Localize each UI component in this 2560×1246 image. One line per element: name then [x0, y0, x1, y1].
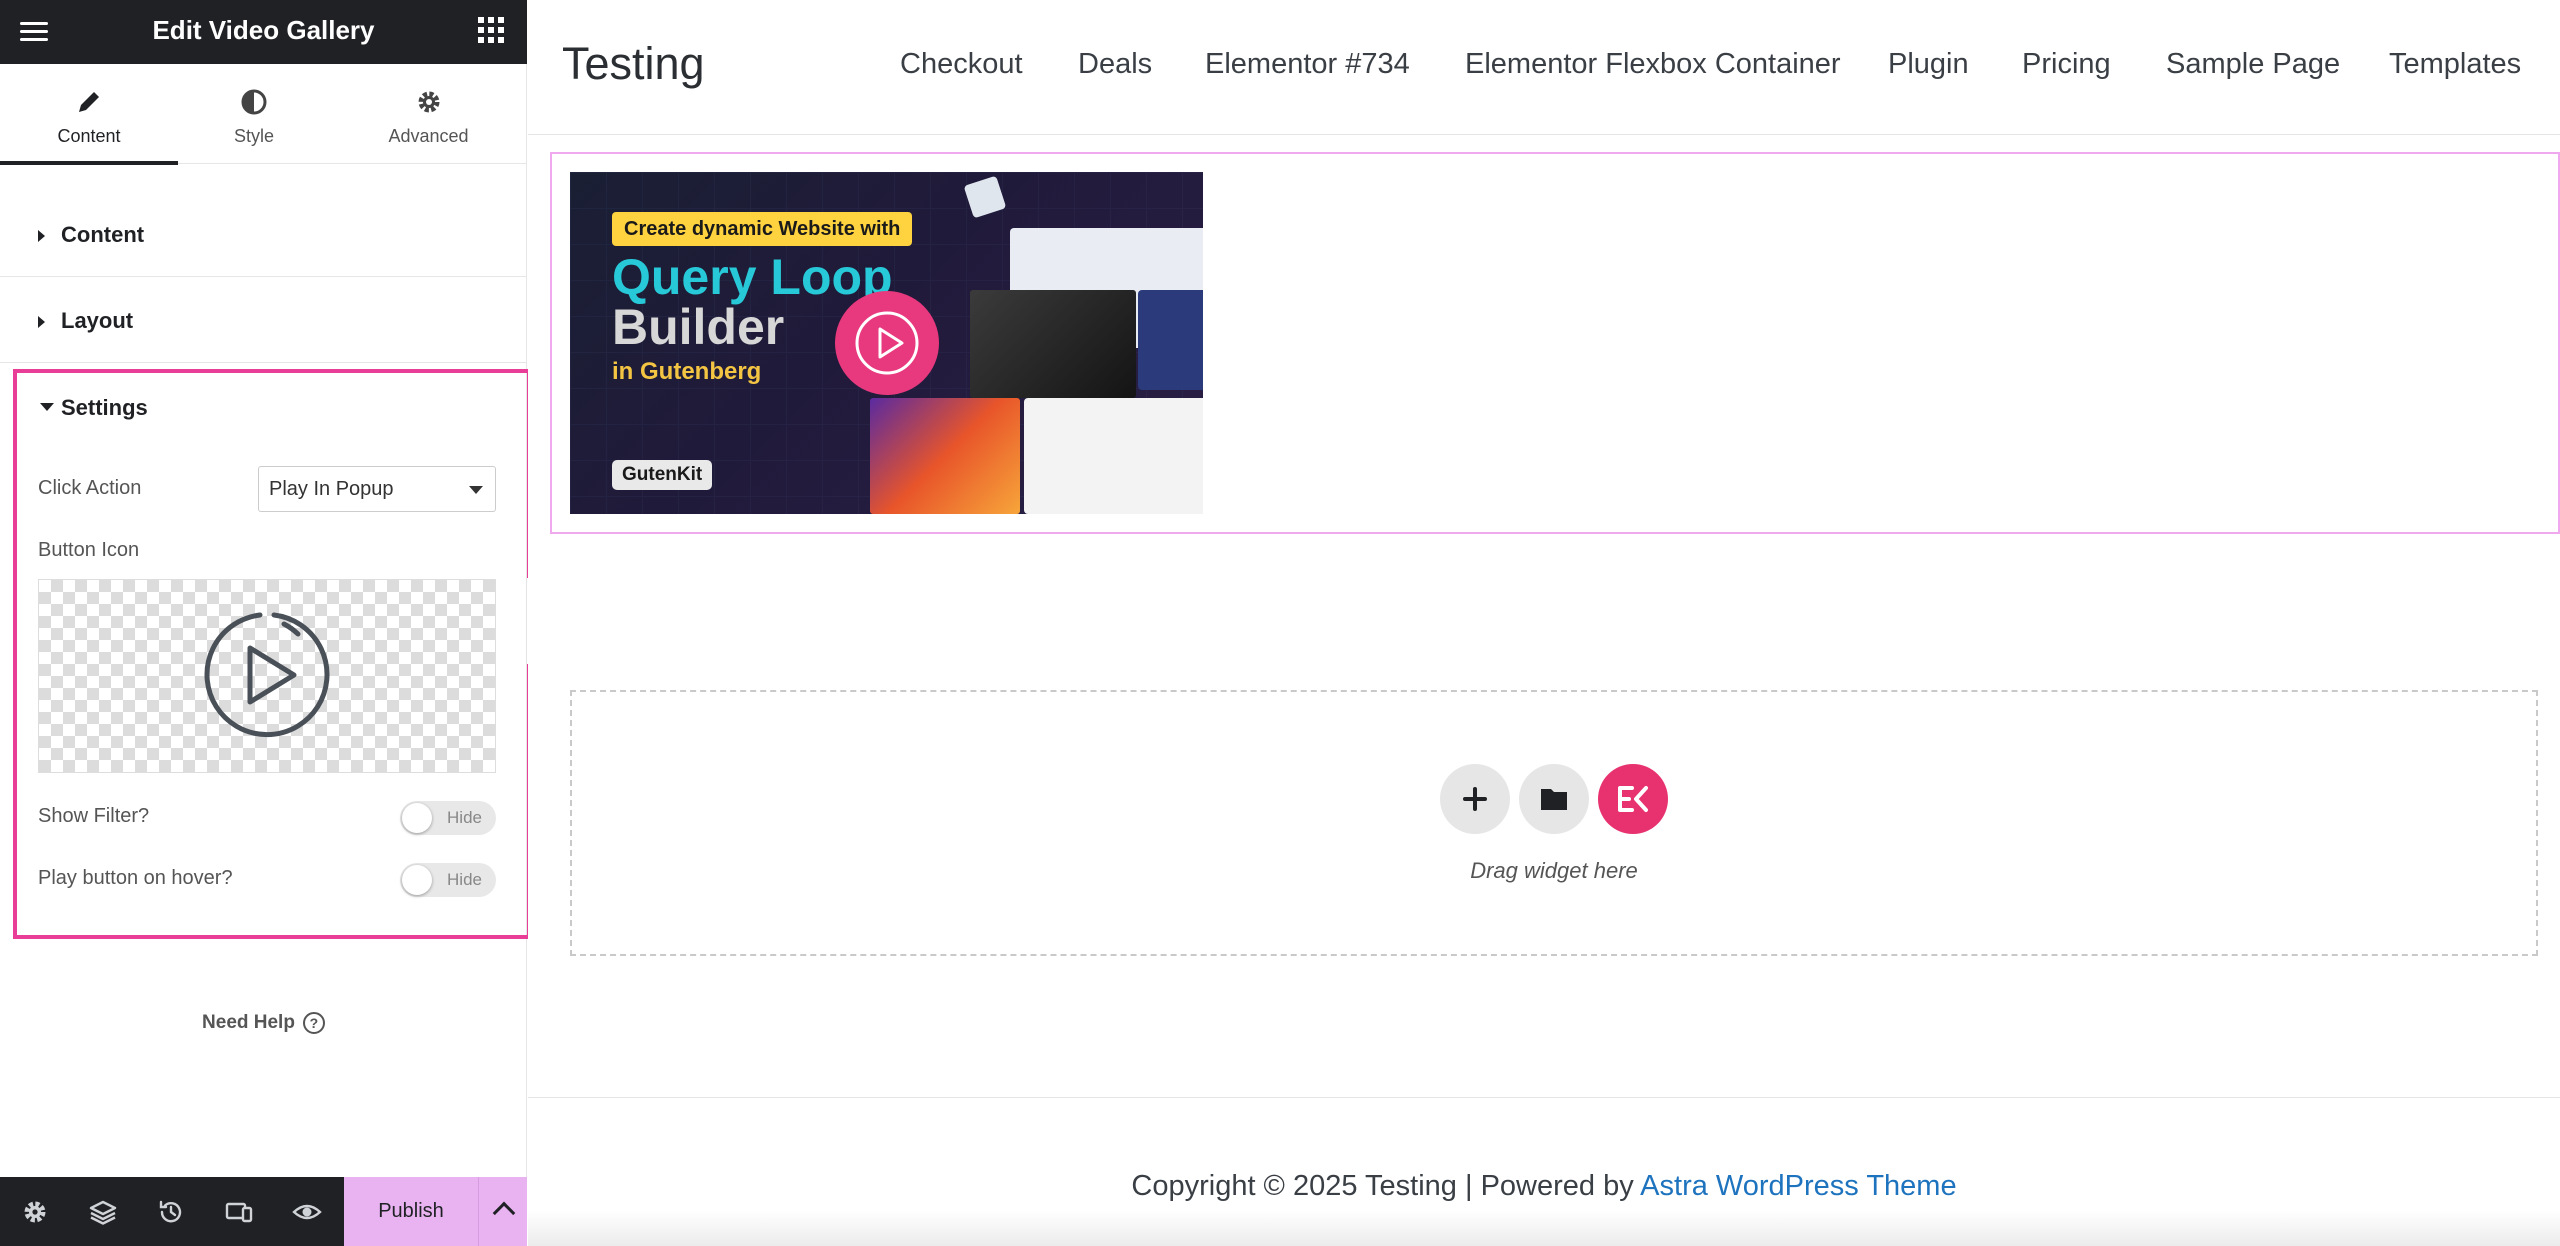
copyright-label: Copyright © 2025 Testing | Powered by [1131, 1170, 1641, 1202]
thumbnail-badge: Create dynamic Website with [612, 212, 913, 246]
tab-style[interactable]: Style [178, 64, 330, 164]
drag-widget-hint: Drag widget here [1470, 858, 1638, 883]
gear-icon[interactable] [20, 1197, 50, 1227]
thumbnail-headline-2: Builder [612, 299, 785, 355]
toggle-state: Hide [447, 870, 482, 889]
caret-right-icon [38, 230, 45, 242]
question-icon: ? [302, 1012, 325, 1034]
copyright-text: Copyright © 2025 Testing | Powered by As… [528, 1170, 2560, 1203]
thumbnail-colorful-image [870, 398, 1020, 514]
caret-down-icon [40, 403, 54, 411]
section-label: Settings [61, 395, 148, 420]
tab-label: Style [233, 126, 275, 146]
thumbnail-article-list [1024, 398, 1203, 514]
elementskit-logo-icon [1618, 786, 1648, 812]
responsive-icon[interactable] [224, 1197, 254, 1227]
panel-tabs: Content Style Advanced [0, 64, 527, 165]
nav-item-templates[interactable]: Templates [2389, 48, 2521, 81]
site-footer: Copyright © 2025 Testing | Powered by As… [528, 1097, 2560, 1246]
site-header: Testing Checkout Deals Elementor #734 El… [528, 0, 2560, 135]
nav-item-plugin[interactable]: Plugin [1888, 48, 1969, 81]
show-filter-toggle[interactable]: Hide [400, 801, 496, 835]
tab-label: Advanced [388, 126, 469, 146]
chevron-down-icon [469, 486, 483, 494]
play-hover-label: Play button on hover? [38, 867, 233, 889]
settings-section: Settings Click Action Play In Popup Butt… [13, 369, 531, 939]
apps-grid-icon[interactable] [477, 16, 505, 44]
layers-icon[interactable] [88, 1197, 118, 1227]
need-help-link[interactable]: Need Help? [0, 1012, 527, 1044]
caret-right-icon [38, 316, 45, 328]
nav-item-deals[interactable]: Deals [1078, 48, 1152, 81]
section-label: Content [61, 222, 145, 247]
add-section-button[interactable] [1440, 764, 1510, 834]
button-icon-label: Button Icon [38, 539, 140, 561]
toggle-state: Hide [447, 808, 482, 827]
nav-item-checkout[interactable]: Checkout [900, 48, 1023, 81]
astra-theme-link[interactable]: Astra WordPress Theme [1640, 1170, 1956, 1202]
add-template-button[interactable] [1519, 764, 1589, 834]
section-layout-toggle[interactable]: Layout [0, 279, 527, 363]
thumbnail-blue-card [1138, 290, 1203, 390]
panel-footer: Publish [0, 1177, 527, 1246]
thumbnail-headline-3: in Gutenberg [612, 358, 762, 385]
publish-button[interactable]: Publish [344, 1177, 478, 1246]
panel-title: Edit Video Gallery [152, 15, 375, 45]
click-action-select[interactable]: Play In Popup [258, 466, 496, 512]
toggle-knob [402, 803, 432, 833]
tab-advanced[interactable]: Advanced [330, 64, 527, 164]
publish-options-chevron-icon[interactable] [478, 1177, 527, 1246]
nav-item-pricing[interactable]: Pricing [2022, 48, 2111, 81]
main-navigation: Checkout Deals Elementor #734 Elementor … [528, 48, 2560, 84]
folder-icon [1541, 789, 1567, 810]
pencil-icon [79, 92, 99, 112]
button-icon-picker[interactable] [38, 579, 496, 773]
eye-icon[interactable] [292, 1197, 322, 1227]
nav-item-sample-page[interactable]: Sample Page [2166, 48, 2340, 81]
thumbnail-brand-logo: GutenKit [612, 460, 713, 490]
click-action-label: Click Action [38, 477, 142, 499]
elementskit-library-button[interactable] [1598, 764, 1668, 834]
history-icon[interactable] [156, 1197, 186, 1227]
section-label: Layout [61, 308, 134, 333]
thumbnail-phone-image [970, 290, 1136, 398]
play-hover-toggle[interactable]: Hide [400, 863, 496, 897]
toggle-knob [402, 865, 432, 895]
nav-item-elementor-flexbox[interactable]: Elementor Flexbox Container [1465, 48, 1841, 81]
play-circle-icon [855, 311, 919, 375]
video-play-button[interactable] [835, 291, 939, 395]
editor-panel: Edit Video Gallery Content Style Advance… [0, 0, 531, 1246]
section-settings-toggle[interactable]: Settings [17, 373, 527, 443]
click-action-value: Play In Popup [269, 478, 394, 500]
show-filter-label: Show Filter? [38, 805, 150, 827]
section-content-toggle[interactable]: Content [0, 193, 527, 277]
plus-icon [1463, 787, 1487, 811]
nav-item-elementor-734[interactable]: Elementor #734 [1205, 48, 1410, 81]
play-circle-icon [204, 612, 330, 738]
tab-label: Content [57, 126, 121, 146]
panel-header: Edit Video Gallery [0, 0, 527, 64]
gear-icon [418, 91, 439, 113]
tab-content[interactable]: Content [0, 64, 178, 165]
need-help-label: Need Help [202, 1012, 295, 1033]
half-circle-icon [241, 89, 267, 115]
